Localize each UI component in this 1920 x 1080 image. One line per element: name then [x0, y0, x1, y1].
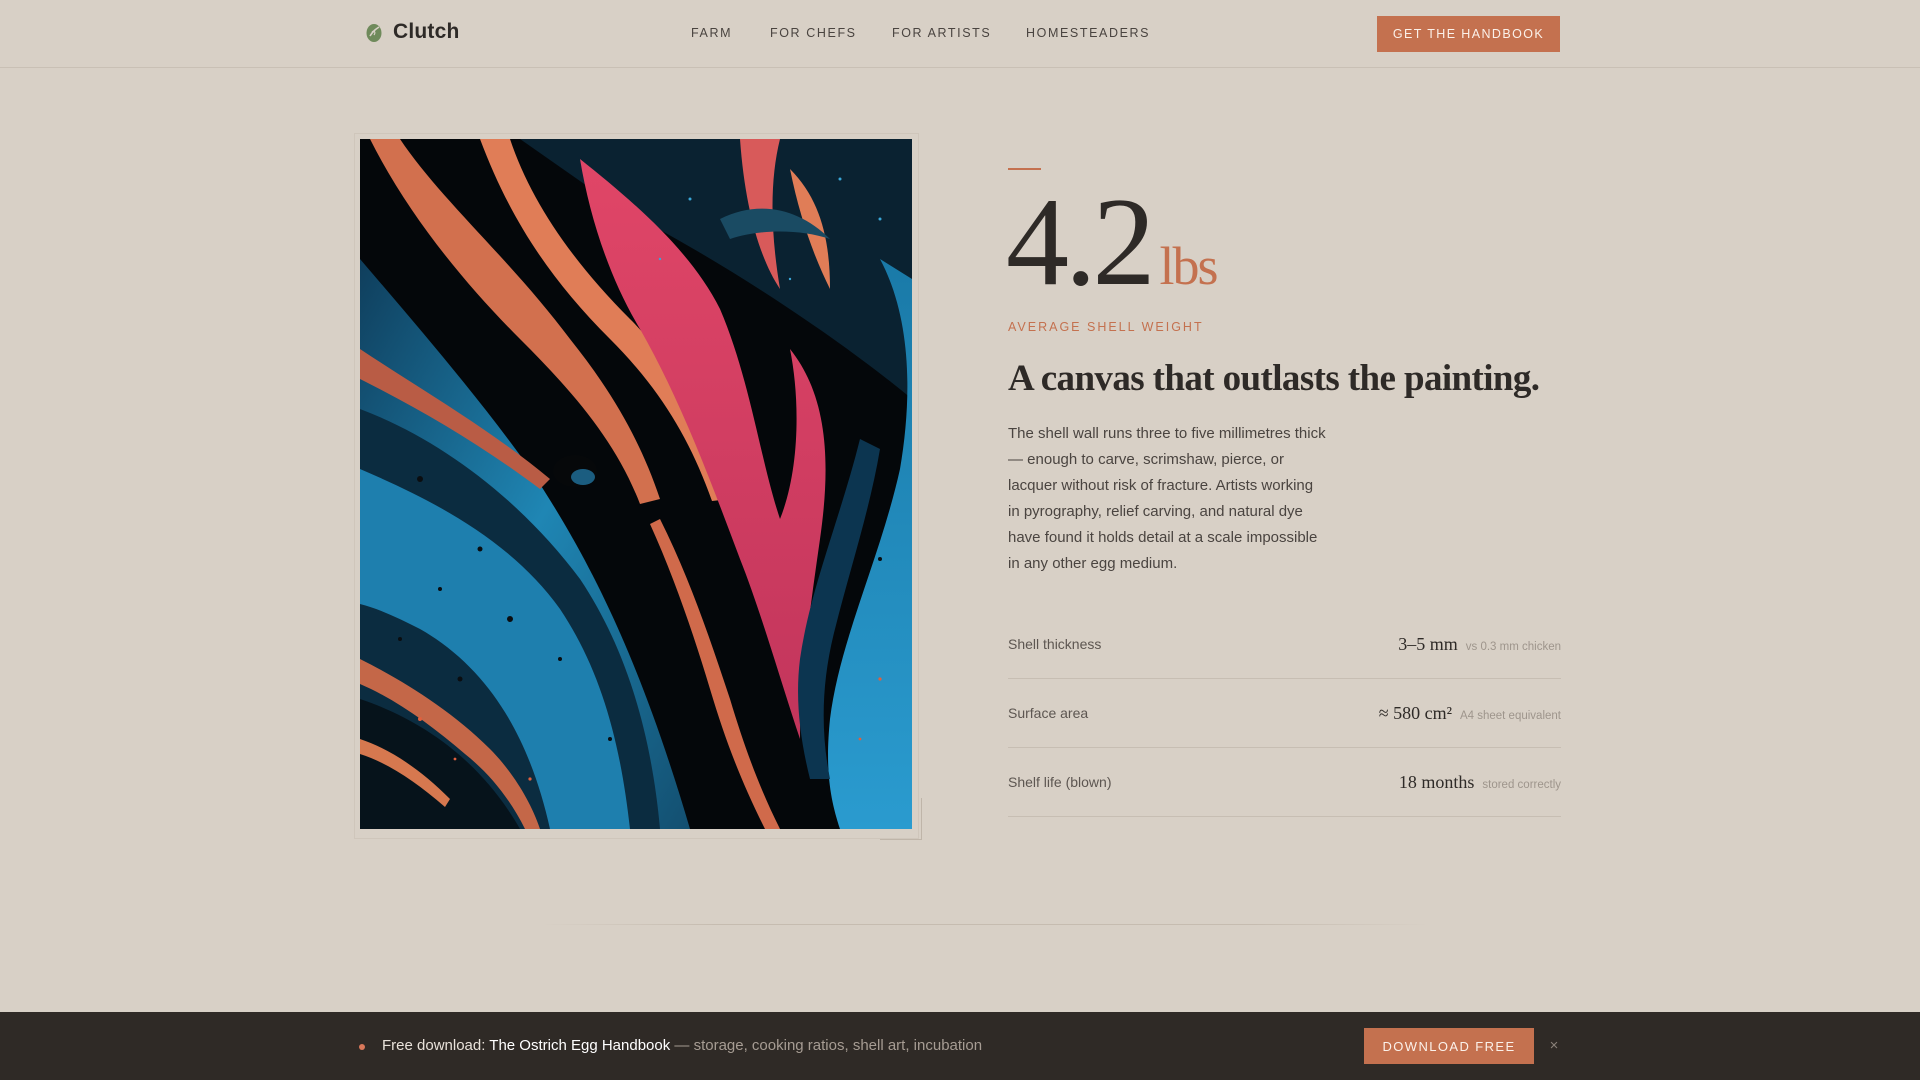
spec-label: Surface area [1008, 705, 1089, 721]
stat-display: 4.2 lbs [1006, 173, 1219, 312]
banner-description: — storage, cooking ratios, shell art, in… [670, 1037, 983, 1054]
spec-value-group: 3–5 mm vs 0.3 mm chicken [1398, 634, 1561, 655]
spec-row: Surface area ≈ 580 cm² A4 sheet equivale… [1008, 679, 1561, 748]
bullet-dot-icon [359, 1044, 365, 1050]
spec-row: Shelf life (blown) 18 months stored corr… [1008, 748, 1561, 817]
spec-label: Shelf life (blown) [1008, 774, 1112, 790]
section-headline: A canvas that outlasts the painting. [1008, 358, 1540, 399]
spec-list: Shell thickness 3–5 mm vs 0.3 mm chicken… [1008, 610, 1561, 817]
section-body: The shell wall runs three to five millim… [1008, 425, 1326, 572]
download-free-button[interactable]: DOWNLOAD FREE [1364, 1028, 1534, 1064]
spec-row: Shell thickness 3–5 mm vs 0.3 mm chicken [1008, 610, 1561, 679]
stat-value: 4.2 [1006, 173, 1155, 312]
site-header: Clutch FARM FOR CHEFS FOR ARTISTS HOMEST… [0, 0, 1920, 68]
nav-for-chefs[interactable]: FOR CHEFS [770, 26, 857, 40]
artwork-image [360, 139, 912, 829]
section-divider [540, 924, 1430, 925]
spec-note: stored correctly [1482, 778, 1561, 791]
main-nav: FARM FOR CHEFS FOR ARTISTS HOMESTEADERS [0, 26, 1920, 42]
spec-note: A4 sheet equivalent [1459, 709, 1561, 722]
spec-value: 3–5 mm [1398, 633, 1458, 654]
spec-note: vs 0.3 mm chicken [1465, 640, 1561, 653]
spec-value-group: ≈ 580 cm² A4 sheet equivalent [1379, 703, 1561, 724]
accent-line [1008, 168, 1041, 170]
spec-label: Shell thickness [1008, 636, 1102, 652]
spec-value: ≈ 580 cm² [1378, 702, 1452, 723]
banner-lead: Free download: [382, 1037, 490, 1054]
nav-farm[interactable]: FARM [691, 26, 732, 40]
nav-for-artists[interactable]: FOR ARTISTS [892, 26, 991, 40]
spec-value-group: 18 months stored correctly [1399, 772, 1561, 793]
banner-book-title: The Ostrich Egg Handbook [489, 1037, 671, 1054]
stat-label: AVERAGE SHELL WEIGHT [1008, 320, 1204, 334]
nav-homesteaders[interactable]: HOMESTEADERS [1026, 26, 1150, 40]
stat-unit: lbs [1159, 236, 1219, 296]
close-icon[interactable]: × [1545, 1036, 1563, 1056]
banner-text: Free download: The Ostrich Egg Handbook … [382, 1037, 982, 1054]
spec-value: 18 months [1398, 771, 1475, 792]
get-handbook-button[interactable]: GET THE HANDBOOK [1377, 16, 1560, 52]
download-banner: Free download: The Ostrich Egg Handbook … [0, 1012, 1920, 1080]
abstract-fluid-art-image [360, 139, 912, 829]
